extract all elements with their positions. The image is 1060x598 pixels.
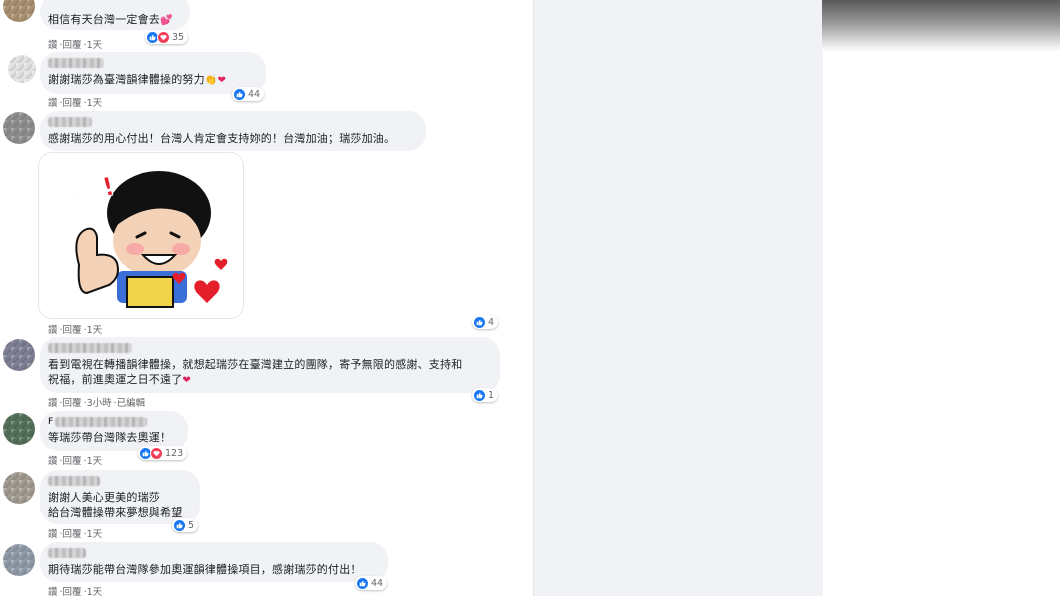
comment-bubble: 相信有天台灣一定會去💕 <box>40 0 190 30</box>
reaction-count: 35 <box>172 31 185 43</box>
reaction-count: 1 <box>488 389 495 401</box>
commenter-name-blurred[interactable] <box>55 417 148 427</box>
reaction-count: 4 <box>488 316 495 328</box>
like-icon <box>473 388 486 402</box>
like-link[interactable]: 讚 <box>48 40 58 51</box>
love-icon <box>157 30 170 44</box>
comment-text: 等瑞莎帶台灣隊去奧運！ <box>48 431 172 444</box>
like-link[interactable]: 讚 <box>48 529 58 540</box>
comment-text: 看到電視在轉播韻律體操，就想起瑞莎在臺灣建立的團隊，寄予無限的感謝、支持和 祝福… <box>48 358 463 386</box>
reaction-count: 5 <box>188 519 195 531</box>
comment-bubble: 謝謝瑞莎為臺灣韻律體操的努力👏❤ <box>40 52 266 94</box>
comment-text: 期待瑞莎能帶台灣隊參加奧運韻律體操項目，感謝瑞莎的付出！ <box>48 563 362 576</box>
commenter-name-blurred[interactable] <box>48 476 100 486</box>
comment-actions: 讚 ·回覆 ·1天 <box>48 98 103 109</box>
reaction-count: 44 <box>371 577 384 589</box>
comment-actions: 讚 ·回覆 ·3小時 ·已編輯 <box>48 398 146 409</box>
like-link[interactable]: 讚 <box>48 325 58 336</box>
clap-emoji-icon: 👏 <box>204 75 218 86</box>
comment-text: 謝謝人美心更美的瑞莎 給台灣體操帶來夢想與希望 <box>48 491 183 519</box>
like-link[interactable]: 讚 <box>48 456 58 467</box>
comment-actions: 讚 ·回覆 ·1天 <box>48 456 103 467</box>
comment-text: 感謝瑞莎的用心付出！台灣人肯定會支持妳的！台灣加油；瑞莎加油。 <box>48 132 396 145</box>
avatar[interactable] <box>3 339 35 371</box>
avatar[interactable] <box>3 544 35 576</box>
reply-link[interactable]: 回覆 <box>63 98 82 109</box>
comment-actions: 讚 ·回覆 ·1天 <box>48 325 103 336</box>
reaction-count: 44 <box>248 88 261 100</box>
like-link[interactable]: 讚 <box>48 98 58 109</box>
comment-feed: 相信有天台灣一定會去💕 35 讚 ·回覆 ·1天 謝謝瑞莎為臺灣韻律體操的努力👏❤ … <box>0 0 533 598</box>
comment-bubble: 感謝瑞莎的用心付出！台灣人肯定會支持妳的！台灣加油；瑞莎加油。 <box>40 111 426 151</box>
avatar[interactable] <box>8 55 36 83</box>
reply-link[interactable]: 回覆 <box>63 398 82 409</box>
reaction-summary[interactable]: 4 <box>472 315 499 329</box>
reaction-count: 123 <box>165 447 184 459</box>
edited-label: 已編輯 <box>116 398 146 409</box>
reply-link[interactable]: 回覆 <box>63 40 82 51</box>
commenter-name-blurred[interactable] <box>48 548 86 558</box>
like-link[interactable]: 讚 <box>48 398 58 409</box>
heart-emoji-icon: 💕 <box>160 15 173 26</box>
commenter-name-blurred[interactable] <box>48 117 92 127</box>
avatar[interactable] <box>3 112 35 144</box>
comment-actions: 讚 ·回覆 ·1天 <box>48 40 103 51</box>
like-link[interactable]: 讚 <box>48 587 58 598</box>
heart-emoji-icon: ❤ <box>182 375 191 386</box>
reaction-summary[interactable]: 123 <box>138 446 188 460</box>
reaction-summary[interactable]: 5 <box>172 518 199 532</box>
sticker-image[interactable]: 超讚! <box>38 152 244 319</box>
timestamp[interactable]: 1天 <box>87 456 103 467</box>
timestamp[interactable]: 1天 <box>87 529 103 540</box>
like-icon <box>233 87 246 101</box>
avatar[interactable] <box>3 472 35 504</box>
reaction-summary[interactable]: 1 <box>472 388 499 402</box>
avatar[interactable] <box>3 0 35 22</box>
window-edge-shadow <box>822 0 1060 52</box>
like-icon <box>356 576 369 590</box>
commenter-name-initial[interactable]: F <box>48 417 53 427</box>
timestamp[interactable]: 1天 <box>87 40 103 51</box>
commenter-name-blurred[interactable] <box>48 343 132 353</box>
comment-actions: 讚 ·回覆 ·1天 <box>48 529 103 540</box>
reply-link[interactable]: 回覆 <box>63 587 82 598</box>
timestamp[interactable]: 1天 <box>87 98 103 109</box>
comment-bubble: 看到電視在轉播韻律體操，就想起瑞莎在臺灣建立的團隊，寄予無限的感謝、支持和 祝福… <box>40 337 500 393</box>
reply-link[interactable]: 回覆 <box>63 456 82 467</box>
comment-text: 相信有天台灣一定會去 <box>48 13 160 26</box>
comment-text: 謝謝瑞莎為臺灣韻律體操的努力 <box>48 73 205 86</box>
reaction-summary[interactable]: 44 <box>355 576 388 590</box>
commenter-name-blurred[interactable] <box>48 58 104 68</box>
comment-bubble: F 等瑞莎帶台灣隊去奧運！ <box>40 411 188 451</box>
timestamp[interactable]: 1天 <box>87 587 103 598</box>
reply-link[interactable]: 回覆 <box>63 529 82 540</box>
avatar[interactable] <box>3 413 35 445</box>
heart-emoji-icon: ❤ <box>217 75 227 86</box>
reaction-summary[interactable]: 35 <box>145 30 189 44</box>
timestamp[interactable]: 3小時 <box>87 398 112 409</box>
comment-bubble: 謝謝人美心更美的瑞莎 給台灣體操帶來夢想與希望 <box>40 470 200 524</box>
timestamp[interactable]: 1天 <box>87 325 103 336</box>
comment-bubble: 期待瑞莎能帶台灣隊參加奧運韻律體操項目，感謝瑞莎的付出！ <box>40 542 388 582</box>
like-icon <box>173 518 186 532</box>
thumbs-up-girl-sticker-icon: 超讚! <box>48 170 228 308</box>
reply-link[interactable]: 回覆 <box>63 325 82 336</box>
reaction-summary[interactable]: 44 <box>232 87 265 101</box>
side-panel <box>533 0 823 596</box>
like-icon <box>473 315 486 329</box>
love-icon <box>150 446 163 460</box>
